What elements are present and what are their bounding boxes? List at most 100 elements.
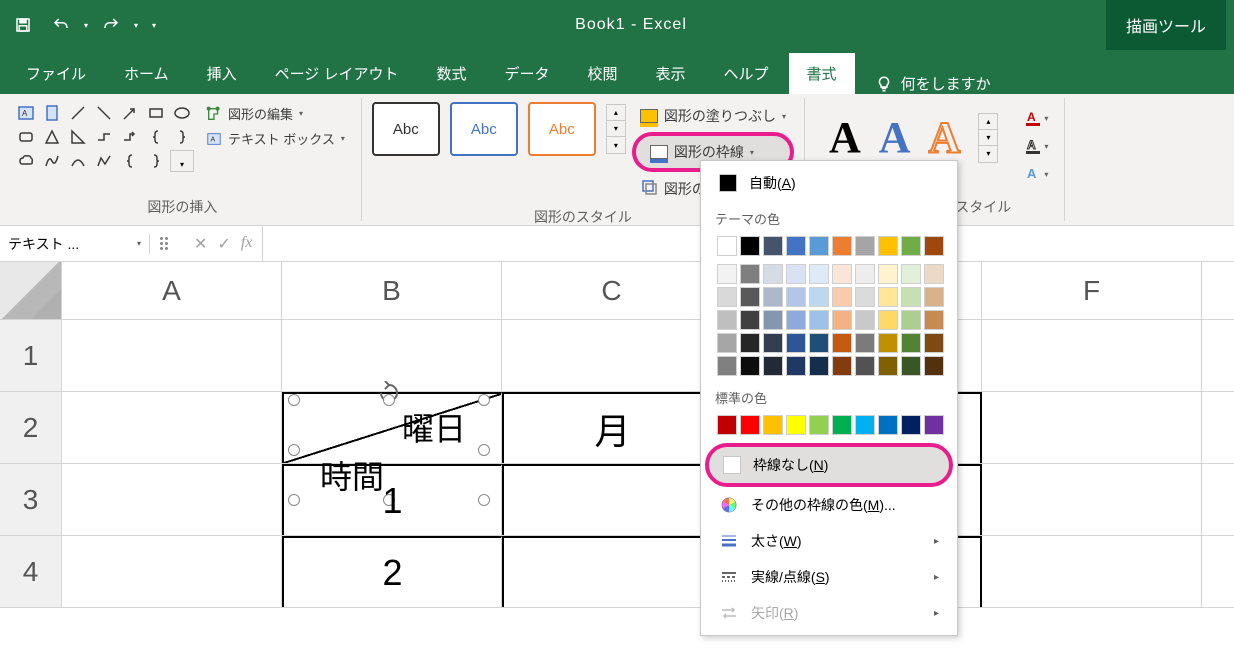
color-swatch[interactable] bbox=[786, 333, 806, 353]
color-swatch[interactable] bbox=[924, 333, 944, 353]
color-swatch[interactable] bbox=[763, 287, 783, 307]
save-button[interactable] bbox=[8, 10, 38, 40]
color-swatch[interactable] bbox=[878, 264, 898, 284]
shape-roundrect-icon[interactable] bbox=[14, 126, 38, 148]
tab-file[interactable]: ファイル bbox=[8, 53, 104, 94]
color-swatch[interactable] bbox=[763, 333, 783, 353]
color-swatch[interactable] bbox=[832, 333, 852, 353]
cell-f1[interactable] bbox=[982, 320, 1202, 391]
gallery-scroll-down[interactable]: ▾ bbox=[607, 121, 625, 137]
color-swatch[interactable] bbox=[786, 415, 806, 435]
resize-handle[interactable] bbox=[383, 394, 395, 406]
col-header-a[interactable]: A bbox=[62, 262, 282, 319]
color-swatch[interactable] bbox=[717, 356, 737, 376]
rotate-handle[interactable] bbox=[377, 372, 401, 414]
weight-item[interactable]: 太さ(W) ▸ bbox=[705, 523, 953, 559]
color-swatch[interactable] bbox=[717, 264, 737, 284]
color-swatch[interactable] bbox=[901, 236, 921, 256]
tab-pagelayout[interactable]: ページ レイアウト bbox=[257, 53, 417, 94]
tab-help[interactable]: ヘルプ bbox=[706, 53, 787, 94]
cell-c2[interactable]: 月 bbox=[502, 392, 722, 463]
shape-fill-button[interactable]: 図形の塗りつぶし ▾ bbox=[632, 102, 794, 130]
cell-f4[interactable] bbox=[982, 536, 1202, 607]
resize-handle[interactable] bbox=[478, 394, 490, 406]
redo-dropdown-caret[interactable]: ▾ bbox=[134, 21, 138, 30]
color-swatch[interactable] bbox=[855, 310, 875, 330]
color-swatch[interactable] bbox=[717, 236, 737, 256]
color-swatch[interactable] bbox=[717, 333, 737, 353]
shape-lbrace2-icon[interactable] bbox=[118, 150, 142, 172]
wordart-style-1[interactable]: A bbox=[829, 112, 861, 163]
color-swatch[interactable] bbox=[878, 333, 898, 353]
select-all-corner[interactable] bbox=[0, 262, 62, 319]
shape-arc-icon[interactable] bbox=[66, 150, 90, 172]
tab-format[interactable]: 書式 bbox=[789, 53, 855, 94]
more-outline-colors-item[interactable]: その他の枠線の色(M)... bbox=[705, 487, 953, 523]
shape-rect-icon[interactable] bbox=[144, 102, 168, 124]
color-swatch[interactable] bbox=[740, 236, 760, 256]
shape-oval-icon[interactable] bbox=[170, 102, 194, 124]
color-swatch[interactable] bbox=[832, 415, 852, 435]
cell-b2[interactable]: 曜日 時間 bbox=[282, 392, 502, 463]
color-swatch[interactable] bbox=[832, 264, 852, 284]
color-swatch[interactable] bbox=[740, 264, 760, 284]
shape-vert-textbox-icon[interactable] bbox=[40, 102, 64, 124]
undo-dropdown-caret[interactable]: ▾ bbox=[84, 21, 88, 30]
row-header-3[interactable]: 3 bbox=[0, 464, 62, 535]
shape-textbox-icon[interactable]: A bbox=[14, 102, 38, 124]
shape-elbow-icon[interactable] bbox=[92, 126, 116, 148]
tab-insert[interactable]: 挿入 bbox=[189, 53, 255, 94]
color-swatch[interactable] bbox=[809, 356, 829, 376]
color-swatch[interactable] bbox=[901, 415, 921, 435]
color-swatch[interactable] bbox=[878, 415, 898, 435]
color-swatch[interactable] bbox=[740, 287, 760, 307]
tab-review[interactable]: 校閲 bbox=[570, 53, 636, 94]
cell-b4[interactable]: 2 bbox=[282, 536, 502, 607]
cell-f3[interactable] bbox=[982, 464, 1202, 535]
color-swatch[interactable] bbox=[832, 287, 852, 307]
color-swatch[interactable] bbox=[901, 333, 921, 353]
undo-button[interactable] bbox=[46, 10, 76, 40]
color-swatch[interactable] bbox=[855, 415, 875, 435]
shape-curve-icon[interactable] bbox=[40, 150, 64, 172]
cell-b3[interactable]: 1 bbox=[282, 464, 502, 535]
shape-cloud-icon[interactable] bbox=[14, 150, 38, 172]
col-header-b[interactable]: B bbox=[282, 262, 502, 319]
row-header-2[interactable]: 2 bbox=[0, 392, 62, 463]
resize-handle[interactable] bbox=[288, 394, 300, 406]
color-swatch[interactable] bbox=[901, 287, 921, 307]
color-swatch[interactable] bbox=[809, 415, 829, 435]
color-swatch[interactable] bbox=[809, 236, 829, 256]
color-swatch[interactable] bbox=[717, 415, 737, 435]
color-swatch[interactable] bbox=[786, 236, 806, 256]
cancel-button[interactable]: ✕ bbox=[194, 234, 207, 254]
drag-handle-icon[interactable] bbox=[160, 237, 174, 250]
text-fill-button[interactable]: A▾ bbox=[1022, 106, 1050, 130]
color-swatch[interactable] bbox=[878, 236, 898, 256]
color-swatch[interactable] bbox=[924, 287, 944, 307]
cell-c1[interactable] bbox=[502, 320, 722, 391]
edit-shape-button[interactable]: 図形の編集 ▾ bbox=[200, 102, 351, 125]
cell-c4[interactable] bbox=[502, 536, 722, 607]
color-swatch[interactable] bbox=[809, 264, 829, 284]
color-swatch[interactable] bbox=[855, 236, 875, 256]
fx-button[interactable]: fx bbox=[241, 234, 253, 254]
color-swatch[interactable] bbox=[878, 310, 898, 330]
color-swatch[interactable] bbox=[924, 356, 944, 376]
color-swatch[interactable] bbox=[832, 310, 852, 330]
color-swatch[interactable] bbox=[763, 236, 783, 256]
color-swatch[interactable] bbox=[740, 415, 760, 435]
color-swatch[interactable] bbox=[855, 356, 875, 376]
name-box[interactable]: テキスト ... ▾ bbox=[0, 234, 150, 254]
color-swatch[interactable] bbox=[901, 310, 921, 330]
color-swatch[interactable] bbox=[832, 236, 852, 256]
gallery-scroll-up[interactable]: ▴ bbox=[607, 105, 625, 121]
color-swatch[interactable] bbox=[878, 287, 898, 307]
cell-a1[interactable] bbox=[62, 320, 282, 391]
color-swatch[interactable] bbox=[740, 333, 760, 353]
row-header-1[interactable]: 1 bbox=[0, 320, 62, 391]
color-swatch[interactable] bbox=[924, 415, 944, 435]
color-swatch[interactable] bbox=[878, 356, 898, 376]
row-header-4[interactable]: 4 bbox=[0, 536, 62, 607]
style-preview-3[interactable]: Abc bbox=[528, 102, 596, 156]
